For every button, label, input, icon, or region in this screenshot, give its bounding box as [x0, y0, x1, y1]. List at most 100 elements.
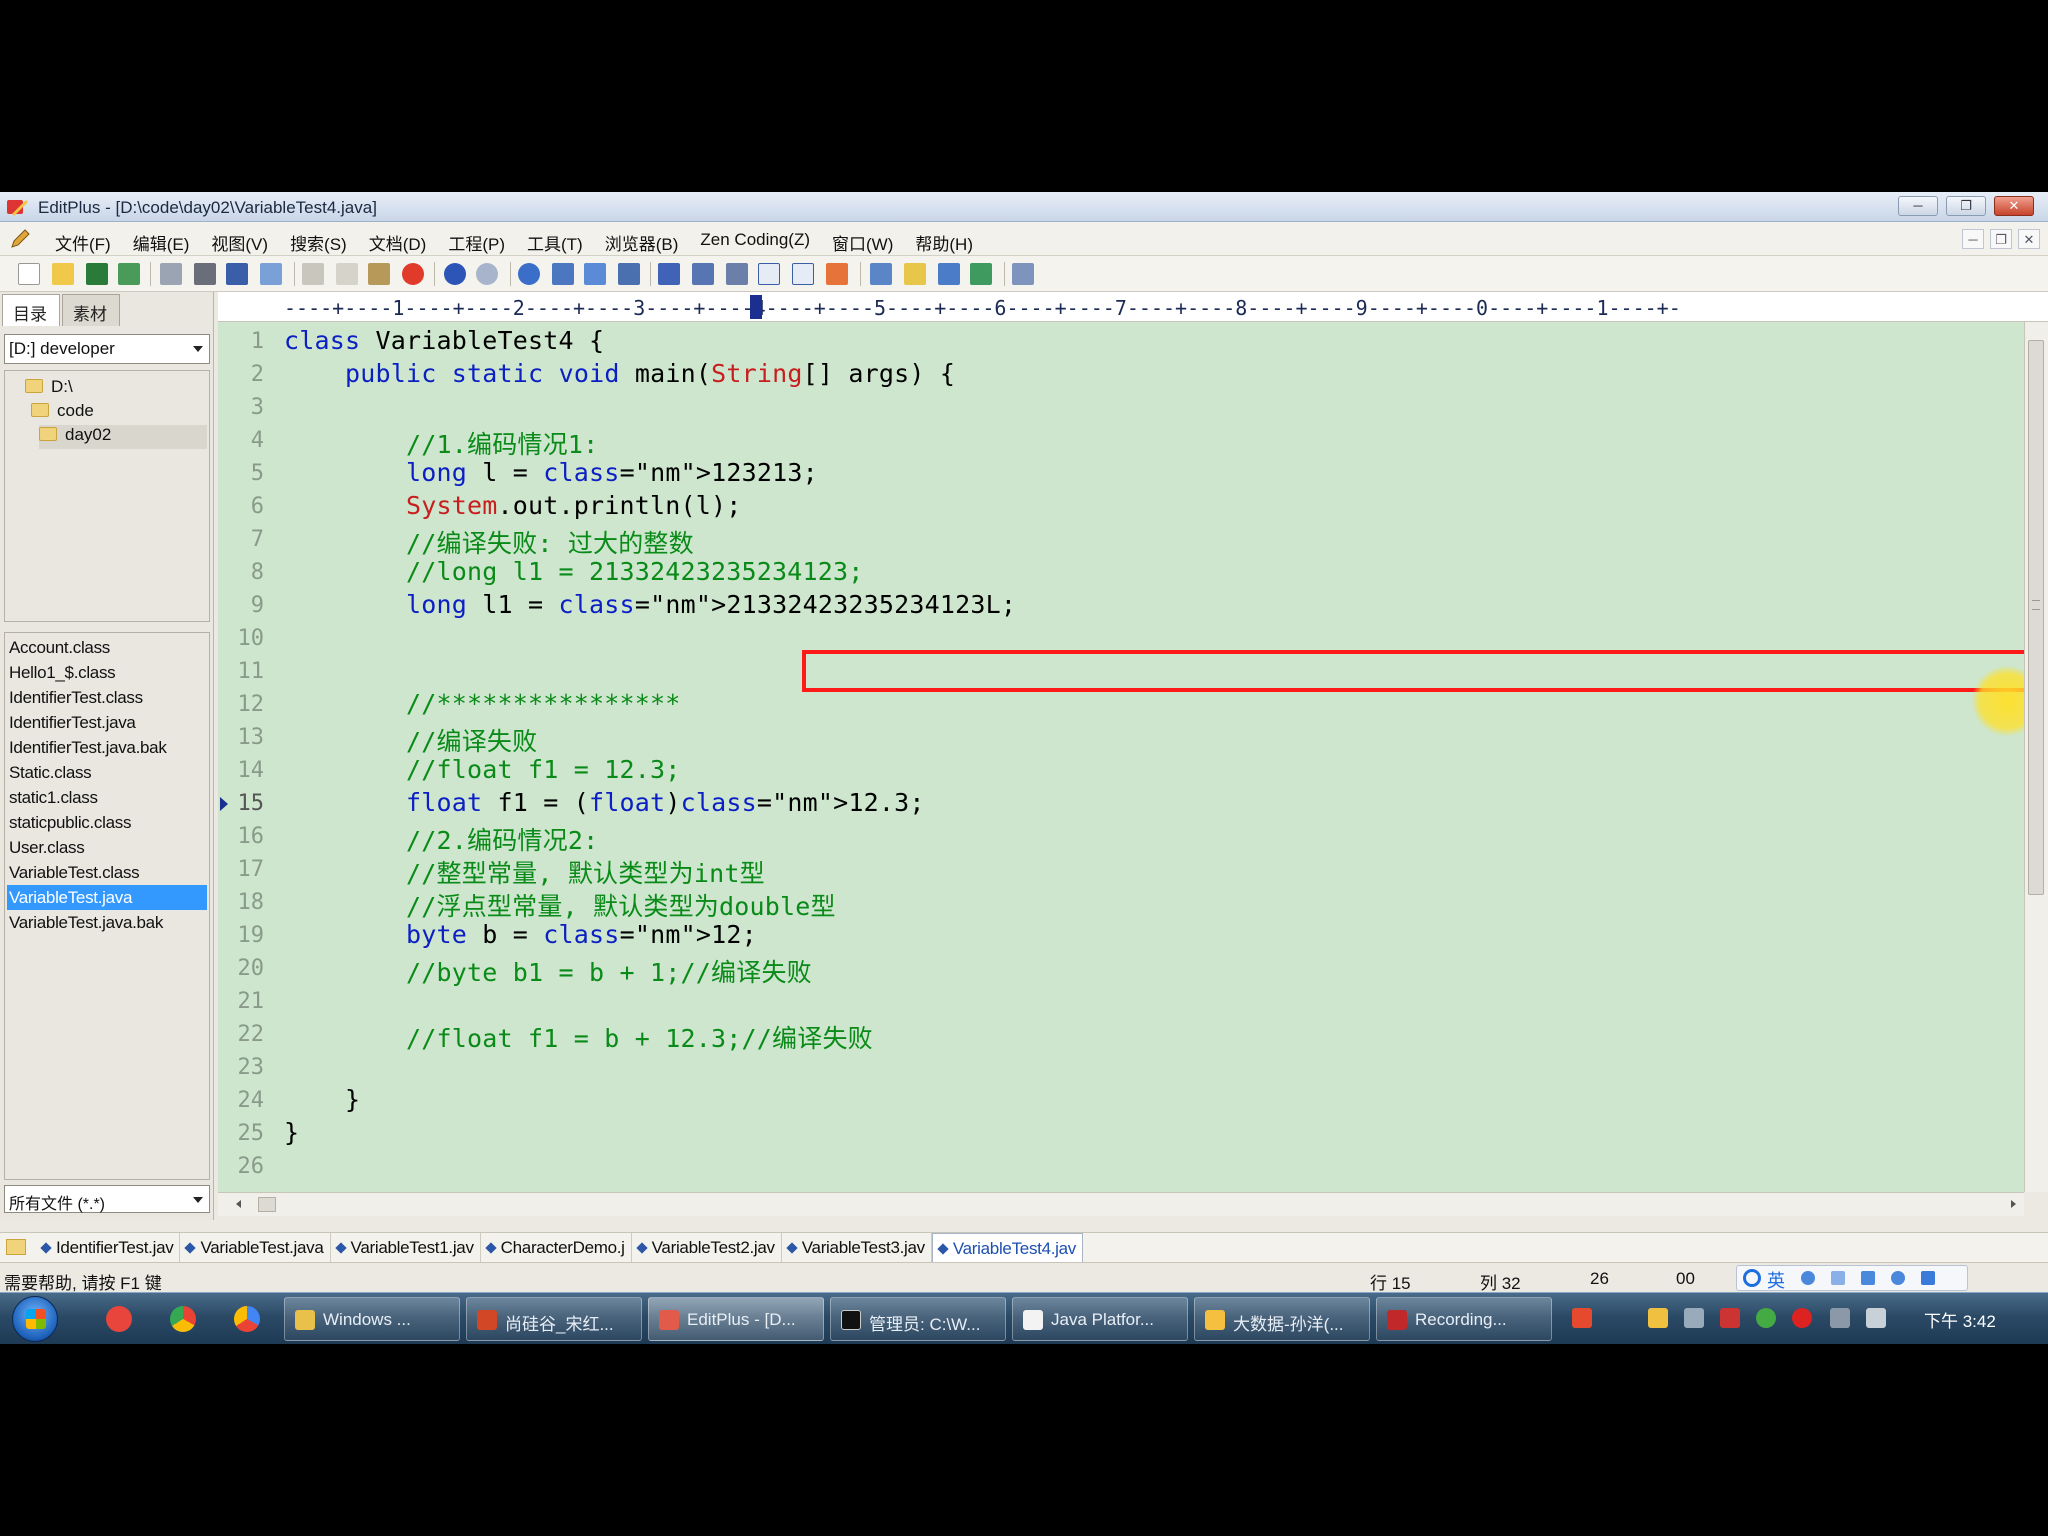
output-window-icon[interactable] [938, 263, 960, 285]
scroll-right-icon[interactable] [2011, 1200, 2016, 1208]
user-icon[interactable] [1891, 1271, 1905, 1285]
ruler-icon[interactable] [792, 263, 814, 285]
code-line[interactable]: float f1 = (float)class="nm">12.3; [284, 788, 925, 817]
doc-tab-active[interactable]: VariableTest4.jav [931, 1233, 1083, 1263]
tab-cliptext[interactable]: 素材 [62, 294, 120, 326]
menu-browser[interactable]: 浏览器(B) [594, 230, 690, 255]
list-item-selected[interactable]: VariableTest.java [7, 885, 207, 910]
list-item[interactable]: static1.class [7, 785, 207, 810]
moon-icon[interactable] [1801, 1271, 1815, 1285]
word-wrap-icon[interactable] [726, 263, 748, 285]
code-line[interactable]: //2.编码情况2: [284, 821, 598, 857]
menu-help[interactable]: 帮助(H) [904, 230, 984, 255]
code-line[interactable]: //float f1 = 12.3; [284, 755, 681, 784]
doc-close-button[interactable]: ✕ [2018, 229, 2040, 249]
new-file-icon[interactable] [18, 263, 40, 285]
open-file-icon[interactable] [52, 263, 74, 285]
punctuation-icon[interactable] [1831, 1271, 1845, 1285]
taskbar-item-cmd[interactable]: 管理员: C:\W... [830, 1297, 1006, 1341]
network-icon[interactable] [1648, 1308, 1668, 1328]
undo-icon[interactable] [444, 263, 466, 285]
update-icon[interactable] [1756, 1308, 1776, 1328]
list-item[interactable]: Static.class [7, 760, 207, 785]
replace-icon[interactable] [552, 263, 574, 285]
preview-icon[interactable] [260, 263, 282, 285]
code-line[interactable]: //整型常量, 默认类型为int型 [284, 854, 765, 890]
paste-icon[interactable] [368, 263, 390, 285]
list-item[interactable]: User.class [7, 835, 207, 860]
folder-item[interactable]: code [31, 401, 94, 425]
doc-restore-button[interactable]: ❐ [1990, 229, 2012, 249]
code-line[interactable]: //编译失败: 过大的整数 [284, 524, 694, 560]
tray-expand-icon[interactable] [1614, 1308, 1634, 1328]
scrollbar-thumb[interactable] [258, 1197, 276, 1212]
help-icon[interactable] [1012, 263, 1034, 285]
doc-minimize-button[interactable]: ─ [1962, 229, 1984, 249]
doc-tab[interactable]: VariableTest1.jav [331, 1233, 481, 1263]
vertical-scrollbar[interactable] [2024, 322, 2048, 1192]
menu-tools[interactable]: 工具(T) [516, 230, 594, 255]
menu-search[interactable]: 搜索(S) [279, 230, 358, 255]
code-line[interactable]: //long l1 = 21332423235234123; [284, 557, 864, 586]
drive-select[interactable]: [D:] developer [4, 334, 210, 364]
ime-toolbar[interactable]: 英 [1736, 1265, 1968, 1291]
chrome-icon[interactable] [170, 1306, 196, 1332]
print-icon[interactable] [194, 263, 216, 285]
code-line[interactable]: } [284, 1085, 360, 1114]
code-line[interactable]: long l1 = class="nm">21332423235234123L; [284, 590, 1016, 619]
minimize-button[interactable]: ─ [1898, 196, 1938, 216]
redo-icon[interactable] [476, 263, 498, 285]
menu-view[interactable]: 视图(V) [200, 230, 279, 255]
taskbar-item-recording[interactable]: Recording... [1376, 1297, 1552, 1341]
list-item[interactable]: IdentifierTest.java.bak [7, 735, 207, 760]
taskbar-item-chat[interactable]: 大数据-孙洋(... [1194, 1297, 1370, 1341]
code-line[interactable]: //1.编码情况1: [284, 425, 598, 461]
taskbar-item-powerpoint[interactable]: 尚硅谷_宋红... [466, 1297, 642, 1341]
browser-icon[interactable] [234, 1306, 260, 1332]
menu-file[interactable]: 文件(F) [44, 230, 122, 255]
wrench-icon[interactable] [1921, 1271, 1935, 1285]
folder-item[interactable]: D:\ [25, 377, 73, 401]
code-line[interactable]: //float f1 = b + 12.3;//编译失败 [284, 1019, 873, 1055]
restore-button[interactable]: ❐ [1946, 196, 1986, 216]
code-line[interactable]: //编译失败 [284, 722, 537, 758]
copy-icon[interactable] [336, 263, 358, 285]
list-item[interactable]: VariableTest.java.bak [7, 910, 207, 935]
app-launcher-icon[interactable] [106, 1306, 132, 1332]
horizontal-scrollbar[interactable] [218, 1192, 2024, 1216]
taskbar-item-explorer[interactable]: Windows ... [284, 1297, 460, 1341]
list-item[interactable]: VariableTest.class [7, 860, 207, 885]
code-line[interactable]: System.out.println(l); [284, 491, 742, 520]
taskbar-item-editplus[interactable]: EditPlus - [D... [648, 1297, 824, 1341]
code-editor[interactable]: 1 2 3 4 5 6 7 8 9 10 11 12 13 14 15 16 17 18 19 20 21 22 23 24 2… [218, 322, 2024, 1192]
code-line[interactable]: //浮点型常量, 默认类型为double型 [284, 887, 836, 923]
folder-item[interactable]: day02 [39, 425, 207, 449]
save-icon[interactable] [86, 263, 108, 285]
menu-edit[interactable]: 编辑(E) [122, 230, 201, 255]
doc-tab[interactable]: VariableTest.java [180, 1233, 331, 1263]
code-line[interactable]: byte b = class="nm">12; [284, 920, 757, 949]
hex-icon[interactable] [692, 263, 714, 285]
list-item[interactable]: Hello1_$.class [7, 660, 207, 685]
close-button[interactable]: ✕ [1994, 196, 2034, 216]
volume-icon[interactable] [1684, 1308, 1704, 1328]
list-item[interactable]: staticpublic.class [7, 810, 207, 835]
taskbar-item-java-docs[interactable]: Java Platfor... [1012, 1297, 1188, 1341]
goto-line-icon[interactable] [618, 263, 640, 285]
code-line[interactable]: //byte b1 = b + 1;//编译失败 [284, 953, 812, 989]
code-line[interactable]: //**************** [284, 689, 681, 718]
keyboard-icon[interactable] [1861, 1271, 1875, 1285]
list-item[interactable]: IdentifierTest.java [7, 710, 207, 735]
find-in-files-icon[interactable] [584, 263, 606, 285]
code-line[interactable]: } [284, 1118, 299, 1147]
window-list-icon[interactable] [870, 263, 892, 285]
font-icon[interactable] [658, 263, 680, 285]
scrollbar-thumb[interactable] [2028, 340, 2044, 895]
line-number-icon[interactable] [758, 263, 780, 285]
clip-window-icon[interactable] [970, 263, 992, 285]
menu-zen-coding[interactable]: Zen Coding(Z) [689, 230, 821, 255]
find-icon[interactable] [518, 263, 540, 285]
taskbar-clock[interactable]: 下午 3:42 [1924, 1307, 1996, 1332]
scroll-left-icon[interactable] [236, 1200, 241, 1208]
save-all-icon[interactable] [118, 263, 140, 285]
